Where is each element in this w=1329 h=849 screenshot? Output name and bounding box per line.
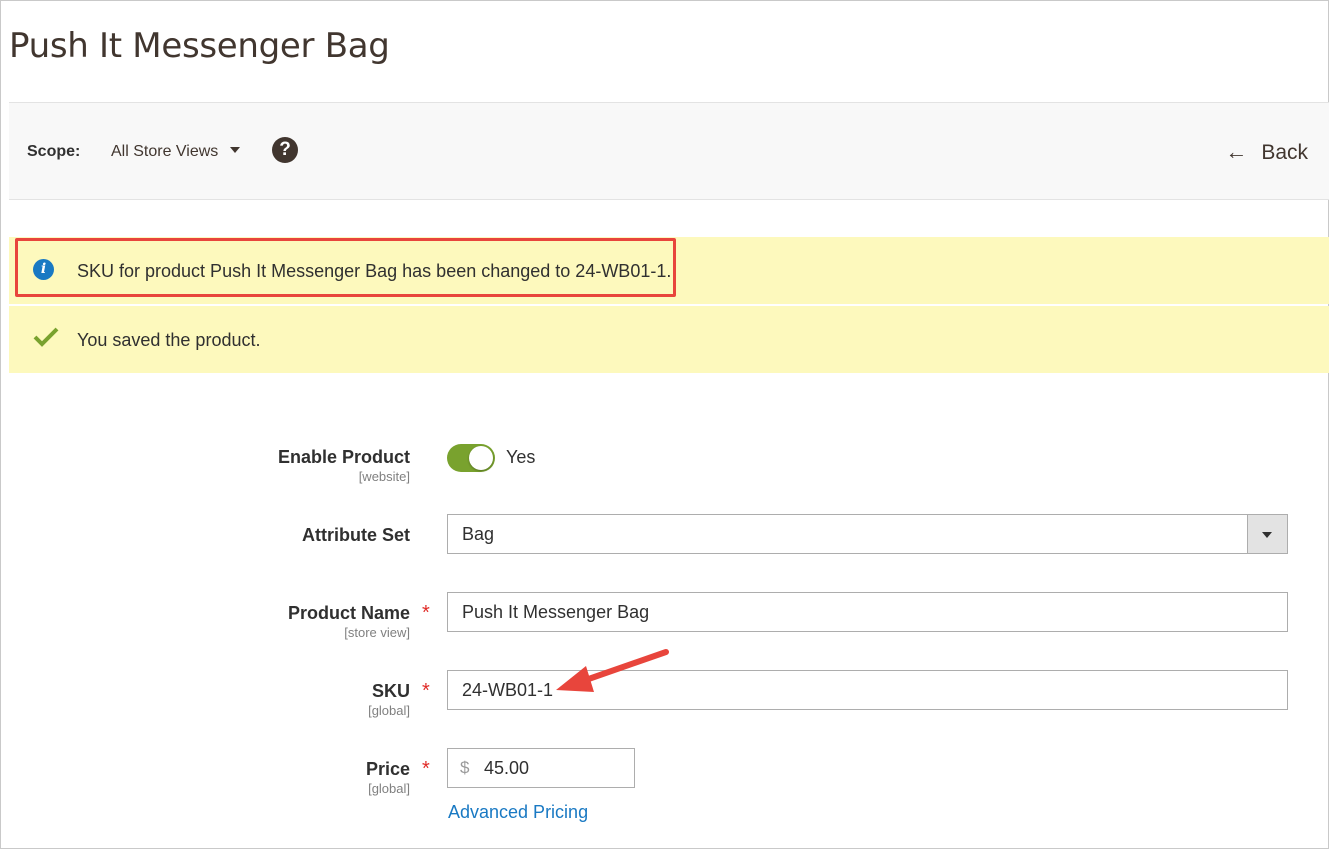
- scope-switcher[interactable]: All Store Views: [111, 143, 241, 161]
- sku-label: SKU: [371, 681, 410, 701]
- back-arrow-icon: ←: [1225, 139, 1248, 164]
- sku-scope: [global]: [368, 703, 410, 718]
- page-title: Push It Messenger Bag: [9, 26, 390, 66]
- attribute-set-value: Bag: [462, 524, 495, 544]
- required-marker: *: [422, 602, 430, 624]
- enable-product-label: Enable Product: [277, 447, 410, 467]
- help-icon[interactable]: ?: [272, 137, 298, 163]
- product-name-input[interactable]: Push It Messenger Bag: [447, 592, 1288, 632]
- success-message-text: You saved the product.: [77, 330, 261, 350]
- enable-product-toggle[interactable]: [447, 444, 495, 472]
- required-marker: *: [422, 758, 430, 780]
- chevron-down-icon: [230, 146, 241, 153]
- product-name-scope: [store view]: [344, 625, 410, 640]
- enable-product-scope: [website]: [358, 469, 410, 484]
- price-label: Price: [365, 759, 410, 779]
- chevron-down-icon: [1262, 532, 1272, 538]
- success-message: You saved the product.: [9, 306, 1329, 373]
- scope-selected-value: All Store Views: [111, 143, 219, 160]
- price-value: 45.00: [484, 758, 530, 778]
- back-button[interactable]: ← Back: [1225, 139, 1308, 165]
- currency-symbol: $: [460, 758, 470, 777]
- attribute-set-dropdown-button[interactable]: [1247, 515, 1287, 553]
- toggle-knob: [469, 446, 493, 470]
- advanced-pricing-link[interactable]: Advanced Pricing: [448, 802, 588, 823]
- attribute-set-label: Attribute Set: [302, 525, 410, 545]
- price-input[interactable]: $ 45.00: [447, 748, 635, 788]
- product-name-label: Product Name: [287, 603, 410, 623]
- scope-label: Scope:: [27, 143, 81, 160]
- required-marker: *: [422, 680, 430, 702]
- check-icon: [33, 327, 59, 347]
- scope-bar: Scope: All Store Views ? ← Back: [9, 102, 1329, 200]
- enable-product-value: Yes: [506, 447, 536, 467]
- red-arrow-icon: [556, 649, 669, 692]
- annotation-highlight-box: [15, 238, 676, 297]
- price-scope: [global]: [368, 781, 410, 796]
- back-label: Back: [1261, 141, 1308, 164]
- attribute-set-select[interactable]: Bag: [447, 514, 1288, 554]
